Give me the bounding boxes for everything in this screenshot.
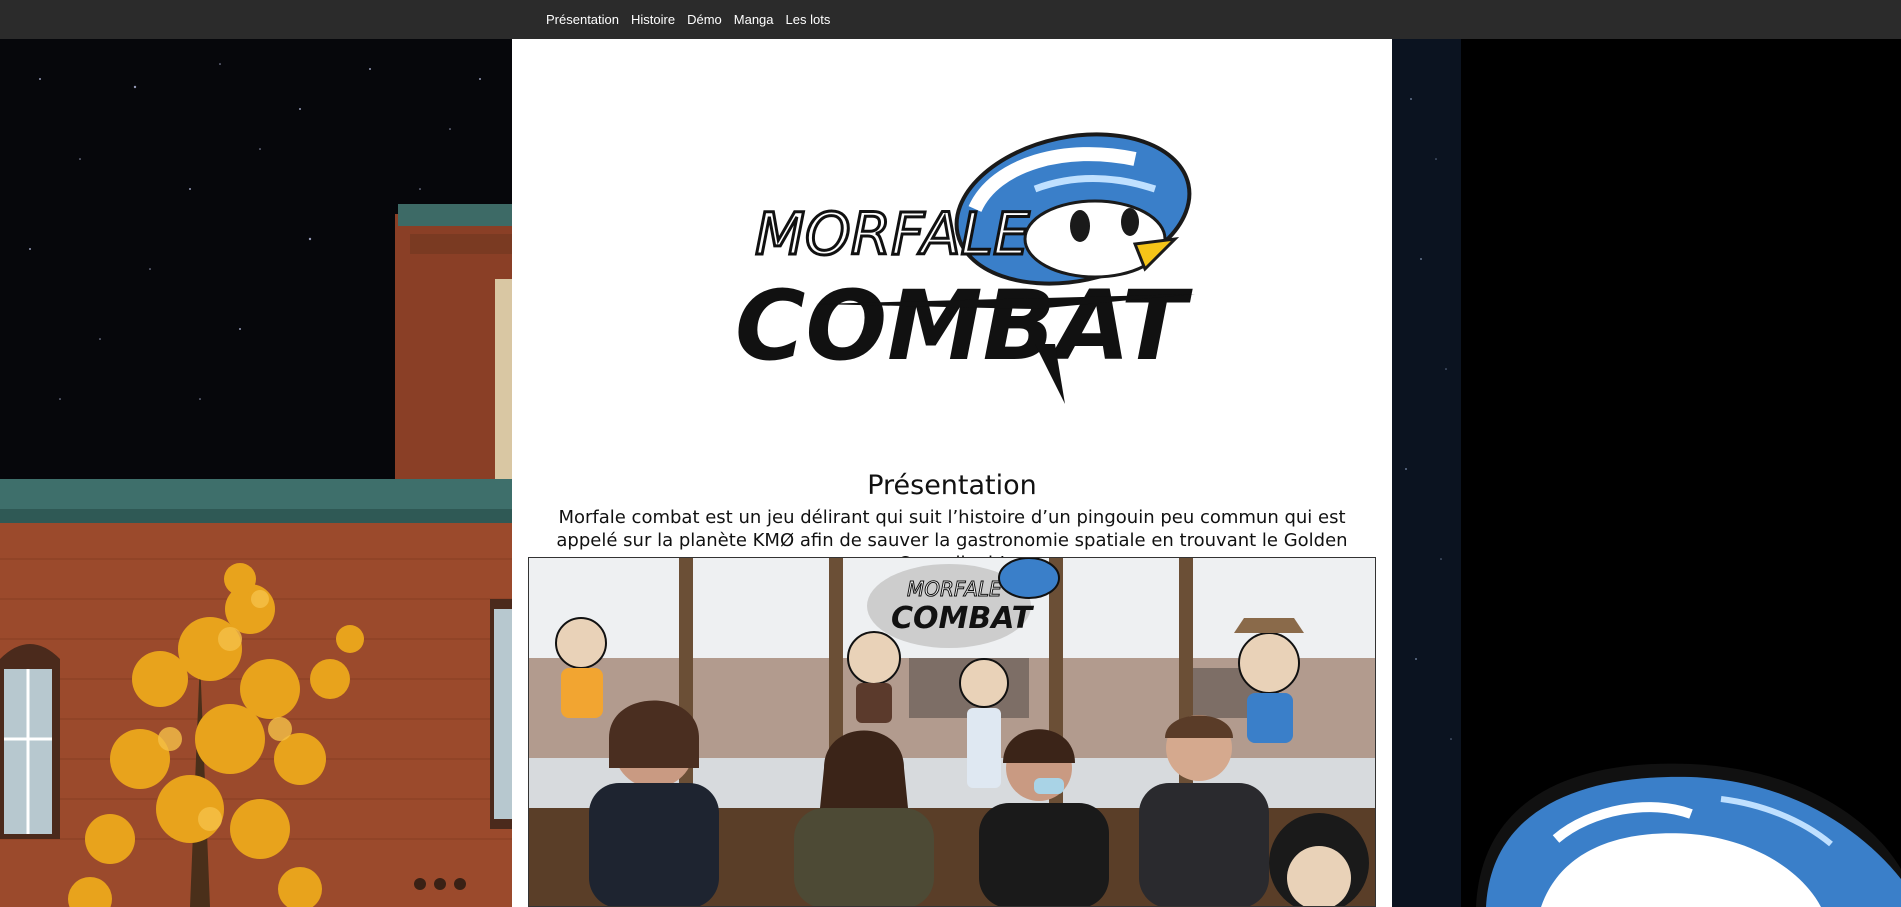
main-content: MORFALE COMBAT Présentation Morfale comb… <box>512 39 1392 907</box>
team-photo: MORFALE COMBAT <box>528 557 1376 907</box>
nav-link-les-lots[interactable]: Les lots <box>786 12 831 27</box>
photo-logo-combat: COMBAT <box>891 601 1035 636</box>
penguin-background-illustration <box>1391 39 1901 907</box>
nav-link-presentation[interactable]: Présentation <box>546 12 619 27</box>
logo-word-morfale: MORFALE <box>755 200 1030 268</box>
background-right-scene <box>1391 39 1901 907</box>
nav-link-demo[interactable]: Démo <box>687 12 722 27</box>
nav-link-histoire[interactable]: Histoire <box>631 12 675 27</box>
morfale-combat-logo: MORFALE COMBAT <box>735 104 1195 409</box>
building-tree-illustration <box>0 39 512 907</box>
nav-links: Présentation Histoire Démo Manga Les lot… <box>546 0 830 39</box>
photo-logo-morfale: MORFALE <box>907 577 1002 601</box>
nav-link-manga[interactable]: Manga <box>734 12 774 27</box>
top-navbar: Présentation Histoire Démo Manga Les lot… <box>0 0 1901 39</box>
background-left-scene <box>0 39 512 907</box>
presentation-title: Présentation <box>867 470 1037 501</box>
logo-word-combat: COMBAT <box>735 270 1193 382</box>
